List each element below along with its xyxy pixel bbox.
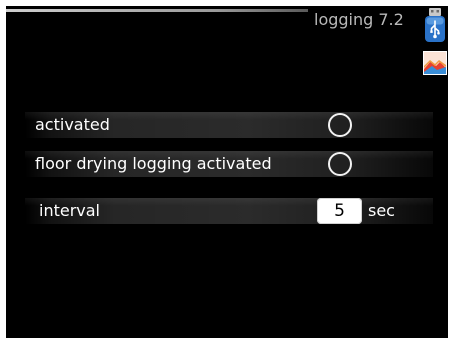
setting-row-interval[interactable]: interval 5 sec (25, 198, 433, 224)
setting-row-activated[interactable]: activated (25, 112, 433, 138)
interval-label: interval (39, 201, 100, 220)
setting-row-floor-drying-logging[interactable]: floor drying logging activated (25, 151, 433, 177)
header-divider (6, 9, 308, 12)
image-icon[interactable] (423, 51, 447, 75)
floor-drying-logging-label: floor drying logging activated (35, 154, 272, 173)
interval-value-field[interactable]: 5 (317, 198, 362, 224)
usb-icon[interactable] (424, 8, 446, 42)
floor-drying-logging-radio[interactable] (328, 152, 352, 176)
display-screen: logging 7.2 activated floor drying loggi… (6, 6, 448, 338)
interval-unit: sec (368, 201, 395, 220)
activated-label: activated (35, 115, 110, 134)
page-title: logging 7.2 (314, 10, 404, 29)
activated-radio[interactable] (328, 113, 352, 137)
